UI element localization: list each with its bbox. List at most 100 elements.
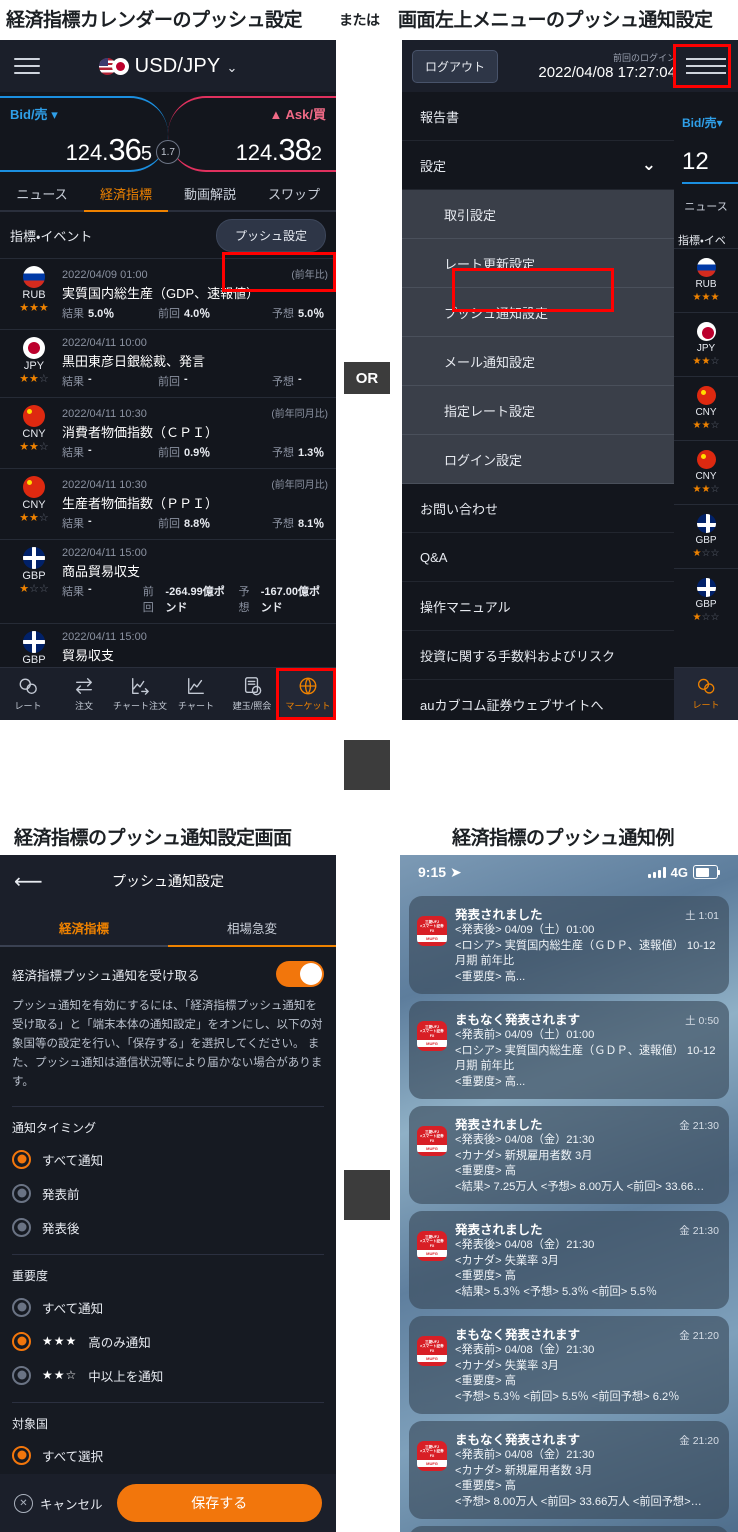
radio-option-すべて通知[interactable]: すべて通知	[12, 1142, 324, 1176]
last-login: 前回のログイン 2022/04/08 17:27:04	[538, 51, 676, 82]
notification-list[interactable]: 三菱UFJ eスマート証券 FX MUFG 発表されました 土 1:01 <発表後> 04/…	[400, 896, 738, 1532]
notification-line: <重要度> 高	[455, 1375, 516, 1387]
menu-item-取引設定[interactable]: 取引設定	[402, 190, 674, 239]
radio-option-発表前[interactable]: 発表前	[12, 1176, 324, 1210]
radio-option-高のみ通知[interactable]: ★★★ 高のみ通知	[12, 1324, 324, 1358]
nav-item-チャート[interactable]: チャート	[168, 668, 224, 720]
event-country: CNY ★★☆	[8, 476, 60, 531]
event-previous: 前回 8.8％	[158, 518, 211, 530]
ask-box[interactable]: ▲ Ask/買 124.382	[168, 96, 336, 172]
indicator-list-header: 指標・イベント プッシュ設定	[0, 212, 336, 258]
menu-item-ログイン設定[interactable]: ログイン設定	[402, 435, 674, 484]
notification-card[interactable]: 三菱UFJ eスマート証券 FX MUFG 発表されました 土 1:01 <発表後> 04/…	[409, 896, 729, 994]
fx-tab-スワップ[interactable]: スワップ	[252, 184, 336, 203]
currency-pair-selector[interactable]: USD/JPY ⌄	[0, 55, 336, 78]
notification-title: 発表されました	[455, 1118, 543, 1132]
menu-item-Q&A[interactable]: Q&A	[402, 533, 674, 582]
table-row[interactable]: JPY ★★☆ 2022/04/11 10:00 黒田東彦日銀総裁、発言 結果 - 前回 - 予…	[0, 329, 336, 397]
menu-item-お問い合わせ[interactable]: お問い合わせ	[402, 484, 674, 533]
radio-option-label: 発表前	[42, 1187, 80, 1202]
last-login-label: 前回のログイン	[612, 52, 676, 63]
hamburger-icon[interactable]	[14, 53, 40, 79]
fx-tab-ニュース[interactable]: ニュース	[0, 184, 84, 203]
notification-card[interactable]: 三菱UFJ eスマート証券 FX MUFG 発表されました 金 21:30 <発表後> 04…	[409, 1106, 729, 1204]
nav-item-label: マーケット	[285, 701, 331, 711]
notification-card[interactable]: 三菱UFJ eスマート証券 FX MUFG まもなく発表されます 金 21:20 <発表前>…	[409, 1421, 729, 1519]
receive-toggle-row[interactable]: 経済指標プッシュ通知を受け取る	[0, 947, 336, 997]
settings-tab-bar[interactable]: 経済指標 相場急変	[0, 907, 336, 947]
radio-button[interactable]	[12, 1445, 31, 1465]
back-arrow-icon[interactable]: ⟵	[14, 869, 43, 894]
radio-option-発表後[interactable]: 発表後	[12, 1210, 324, 1244]
notification-card[interactable]: 三菱UFJeスマート証券FXMUFG発表されました金 17:47<発表後> 04…	[409, 1526, 729, 1532]
quote-panel: Bid/売 ▾ 124.365 ▲ Ask/買 124.382 1.7	[0, 92, 336, 176]
radio-button[interactable]	[12, 1365, 31, 1385]
radio-button[interactable]	[12, 1183, 31, 1203]
flag-icon	[696, 450, 716, 469]
table-row[interactable]: RUB ★★★ 2022/04/09 01:00 (前年比) 実質国内総生産（GDP、速…	[0, 258, 336, 329]
menu-item-auカブコム証券ウェブサイトへ[interactable]: auカブコム証券ウェブサイトへ	[402, 680, 674, 720]
logout-button[interactable]: ログアウト	[412, 49, 499, 83]
radio-button[interactable]	[12, 1149, 31, 1169]
fx-tab-動画解説[interactable]: 動画解説	[168, 184, 252, 203]
menu-item-label: 操作マニュアル	[420, 599, 511, 615]
currency-code: GBP	[22, 570, 46, 582]
radio-button[interactable]	[12, 1331, 31, 1351]
nav-item-マーケット[interactable]: マーケット	[280, 668, 336, 720]
event-result: 結果-	[62, 515, 92, 530]
menu-item-label: Q&A	[420, 549, 448, 565]
menu-item-プッシュ通知設定[interactable]: プッシュ通知設定	[402, 288, 674, 337]
menu-item-指定レート設定[interactable]: 指定レート設定	[402, 386, 674, 435]
fx-tab-経済指標[interactable]: 経済指標	[84, 184, 168, 203]
importance-stars: ★☆☆	[692, 548, 720, 559]
radio-option-中以上を通知[interactable]: ★★☆ 中以上を通知	[12, 1358, 324, 1392]
table-row[interactable]: CNY ★★☆ 2022/04/11 10:30 (前年同月比) 生産者物価指数（ＰＰＩ…	[0, 468, 336, 539]
receive-toggle-switch[interactable]	[276, 961, 324, 987]
settings-tab-相場急変[interactable]: 相場急変	[168, 918, 336, 937]
or-badge-bottom	[344, 1170, 390, 1220]
menu-item-操作マニュアル[interactable]: 操作マニュアル	[402, 582, 674, 631]
flag-icon	[23, 476, 45, 498]
flag-icon	[23, 266, 45, 288]
notification-time: 金 21:30	[679, 1120, 719, 1132]
radio-option-すべて通知[interactable]: すべて通知	[12, 1290, 324, 1324]
indicator-event-list[interactable]: RUB ★★★ 2022/04/09 01:00 (前年比) 実質国内総生産（GDP、速…	[0, 258, 336, 707]
nav-item-建玉/照会[interactable]: 建玉/照会	[224, 668, 280, 720]
menu-item-label: 取引設定	[444, 207, 497, 223]
cancel-button[interactable]: ✕ キャンセル	[14, 1493, 103, 1513]
notification-card[interactable]: 三菱UFJ eスマート証券 FX MUFG まもなく発表されます 金 21:20 <発表前>…	[409, 1316, 729, 1414]
notification-line: <重要度> 高	[455, 1480, 516, 1492]
peek-nav-rate[interactable]: レート	[674, 667, 738, 720]
bid-label: Bid/売 ▾	[10, 107, 58, 122]
menu-item-メール通知設定[interactable]: メール通知設定	[402, 337, 674, 386]
notification-time: 土 0:50	[685, 1015, 719, 1027]
event-datetime: 2022/04/09 01:00	[62, 269, 148, 281]
importance-stars: ★★☆	[19, 512, 49, 524]
nav-item-チャート注文[interactable]: チャート注文	[112, 668, 168, 720]
push-settings-button[interactable]: プッシュ設定	[215, 218, 326, 252]
save-button[interactable]: 保存する	[116, 1484, 322, 1522]
caption-top-right: 画面左上メニューのプッシュ通知設定	[398, 10, 713, 31]
bottom-nav-bar[interactable]: レート 注文 チャート注文 チャート 建玉/照会 マーケット	[0, 667, 336, 720]
bid-box[interactable]: Bid/売 ▾ 124.365	[0, 96, 168, 172]
table-row[interactable]: CNY ★★☆ 2022/04/11 10:30 (前年同月比) 消費者物価指数（ＣＰＩ…	[0, 397, 336, 468]
menu-item-list[interactable]: 報告書 設定 ⌄ 取引設定レート更新設定 プッシュ通知設定 メール通知設定 指定レート設定ロ…	[402, 92, 674, 720]
radio-button[interactable]	[12, 1217, 31, 1237]
hamburger-icon[interactable]	[686, 53, 726, 79]
radio-button[interactable]	[12, 1297, 31, 1317]
menu-item-投資に関する手数料およびリスク[interactable]: 投資に関する手数料およびリスク	[402, 631, 674, 680]
settings-option-groups[interactable]: 通知タイミング すべて通知 発表前 発表後 重要度 すべて通知 ★★★ 高のみ通知 ★★☆ 中以上…	[0, 1107, 336, 1508]
caption-bottom-right: 経済指標のプッシュ通知例	[452, 828, 675, 849]
table-row[interactable]: GBP ★☆☆ 2022/04/11 15:00 商品貿易収支 結果 - 前回 -264.99…	[0, 539, 336, 623]
nav-item-レート[interactable]: レート	[0, 668, 56, 720]
notification-title: まもなく発表されます	[455, 1433, 581, 1447]
menu-item-報告書[interactable]: 報告書	[402, 92, 674, 141]
notification-card[interactable]: 三菱UFJ eスマート証券 FX MUFG まもなく発表されます 土 0:50 <発表前> …	[409, 1001, 729, 1099]
menu-item-レート更新設定[interactable]: レート更新設定	[402, 239, 674, 288]
radio-option-すべて選択[interactable]: すべて選択	[12, 1438, 324, 1472]
settings-tab-経済指標[interactable]: 経済指標	[0, 918, 168, 937]
menu-item-設定[interactable]: 設定 ⌄	[402, 141, 674, 190]
nav-item-注文[interactable]: 注文	[56, 668, 112, 720]
notification-card[interactable]: 三菱UFJ eスマート証券 FX MUFG 発表されました 金 21:30 <発表後> 04…	[409, 1211, 729, 1309]
flag-icon	[696, 258, 716, 277]
